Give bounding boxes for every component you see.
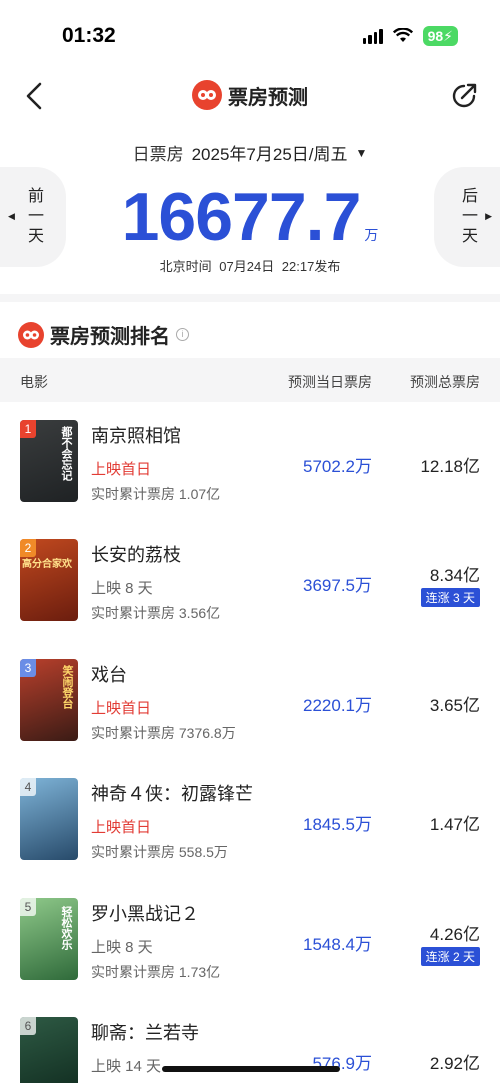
day-forecast-value: 2220.1万 bbox=[303, 696, 372, 715]
cellular-signal-icon bbox=[362, 28, 383, 44]
release-status: 上映 14 天 bbox=[91, 1058, 162, 1075]
total-forecast-value: 12.18亿 bbox=[420, 457, 480, 476]
movie-title: 聊斋：兰若寺 bbox=[91, 1023, 199, 1043]
wifi-icon bbox=[392, 28, 413, 42]
home-indicator[interactable] bbox=[162, 1066, 340, 1072]
column-header-movie: 电影 bbox=[20, 374, 48, 390]
release-status: 上映首日 bbox=[91, 700, 152, 717]
rank-badge: 4 bbox=[20, 778, 36, 796]
movie-poster: 4 bbox=[20, 778, 78, 860]
status-time: 01:32 bbox=[62, 24, 116, 47]
date-selector[interactable]: 日票房 2025年7月25日/周五 ▼ bbox=[0, 140, 500, 165]
movie-row[interactable]: 2 高分合家欢 长安的荔枝 上映 8 天 实时累计票房 3.56亿 3697.5… bbox=[0, 539, 500, 659]
maoyan-logo-icon bbox=[18, 321, 44, 348]
rank-badge: 3 bbox=[20, 659, 36, 677]
status-icons: 98⚡ bbox=[362, 26, 458, 46]
movie-poster: 3 笑闹登台 bbox=[20, 659, 78, 741]
movie-row[interactable]: 6 聊斋：兰若寺 上映 14 天 576.9万 2.92亿 bbox=[0, 1017, 500, 1083]
battery-level: 98 bbox=[427, 28, 444, 44]
movie-poster: 2 高分合家欢 bbox=[20, 539, 78, 621]
movie-poster: 5 轻松欢乐 bbox=[20, 898, 78, 980]
nav-title-text: 票房预测 bbox=[228, 86, 308, 109]
poster-caption: 轻松欢乐 bbox=[60, 906, 72, 950]
cumulative-box-office: 实时累计票房 7376.8万 bbox=[91, 725, 236, 741]
page-title: 票房预测 bbox=[0, 80, 500, 110]
nav-bar: 票房预测 bbox=[0, 72, 500, 122]
publish-time: 北京时间 07月24日 22:17发布 bbox=[159, 259, 341, 274]
movie-poster: 1 都不会忘记 bbox=[20, 420, 78, 502]
table-header: 电影 预测当日票房 预测总票房 bbox=[0, 358, 500, 402]
info-icon[interactable]: i bbox=[176, 328, 189, 341]
section-divider bbox=[0, 294, 500, 302]
poster-caption: 笑闹登台 bbox=[61, 665, 73, 709]
status-bar: 01:32 98⚡ bbox=[0, 0, 500, 70]
cumulative-box-office: 实时累计票房 1.07亿 bbox=[91, 486, 221, 502]
movie-title: 南京照相馆 bbox=[91, 426, 181, 446]
total-forecast-value: 4.26亿 连涨 2 天 bbox=[420, 920, 480, 966]
forecast-total-unit: 万 bbox=[364, 227, 379, 243]
rank-badge: 6 bbox=[20, 1017, 36, 1035]
day-forecast-value: 1548.4万 bbox=[303, 935, 372, 954]
total-forecast-value: 2.92亿 bbox=[429, 1054, 480, 1073]
release-status: 上映 8 天 bbox=[91, 939, 153, 956]
movie-row[interactable]: 1 都不会忘记 南京照相馆 上映首日 实时累计票房 1.07亿 5702.2万 … bbox=[0, 420, 500, 540]
release-status: 上映 8 天 bbox=[91, 580, 153, 597]
column-header-total-forecast: 预测总票房 bbox=[410, 374, 480, 390]
day-forecast-value: 5702.2万 bbox=[303, 457, 372, 476]
cumulative-box-office: 实时累计票房 558.5万 bbox=[91, 844, 228, 860]
total-forecast-value: 1.47亿 bbox=[429, 815, 480, 834]
day-forecast-value: 3697.5万 bbox=[303, 576, 372, 595]
box-office-type-label: 日票房 bbox=[132, 145, 184, 164]
cumulative-box-office: 实时累计票房 3.56亿 bbox=[91, 605, 221, 621]
rank-badge: 1 bbox=[20, 420, 36, 438]
movie-title: 长安的荔枝 bbox=[91, 545, 181, 565]
rank-badge: 5 bbox=[20, 898, 36, 916]
forecast-total-value: 16677.7 bbox=[121, 179, 362, 255]
release-status: 上映首日 bbox=[91, 819, 152, 836]
poster-caption: 都不会忘记 bbox=[60, 426, 72, 481]
movie-row[interactable]: 5 轻松欢乐 罗小黑战记２ 上映 8 天 实时累计票房 1.73亿 1548.4… bbox=[0, 898, 500, 1018]
forecast-total: 16677.7 万 bbox=[0, 178, 500, 256]
section-title-text: 票房预测排名 bbox=[50, 326, 170, 348]
total-forecast-number: 4.26亿 bbox=[429, 925, 480, 944]
cumulative-box-office: 实时累计票房 1.73亿 bbox=[91, 964, 221, 980]
total-forecast-value: 3.65亿 bbox=[429, 696, 480, 715]
poster-caption: 高分合家欢 bbox=[22, 559, 72, 570]
battery-icon: 98⚡ bbox=[422, 26, 458, 46]
movie-poster: 6 bbox=[20, 1017, 78, 1083]
movie-row[interactable]: 4 神奇４侠：初露锋芒 上映首日 实时累计票房 558.5万 1845.5万 1… bbox=[0, 778, 500, 898]
maoyan-logo-icon bbox=[192, 80, 222, 110]
ranking-section-title: 票房预测排名 i bbox=[18, 320, 189, 349]
movie-title: 戏台 bbox=[91, 665, 127, 685]
total-forecast-value: 8.34亿 连涨 3 天 bbox=[420, 561, 480, 607]
share-icon[interactable] bbox=[448, 80, 480, 112]
total-forecast-number: 8.34亿 bbox=[429, 566, 480, 585]
streak-badge: 连涨 3 天 bbox=[420, 588, 480, 607]
caret-down-icon: ▼ bbox=[355, 145, 368, 160]
movie-title: 罗小黑战记２ bbox=[91, 904, 199, 924]
streak-badge: 连涨 2 天 bbox=[420, 947, 480, 966]
selected-date: 2025年7月25日/周五 bbox=[191, 145, 348, 164]
column-header-day-forecast: 预测当日票房 bbox=[288, 374, 372, 390]
release-status: 上映首日 bbox=[91, 461, 152, 478]
movie-title: 神奇４侠：初露锋芒 bbox=[91, 784, 253, 804]
day-forecast-value: 1845.5万 bbox=[303, 815, 372, 834]
movie-row[interactable]: 3 笑闹登台 戏台 上映首日 实时累计票房 7376.8万 2220.1万 3.… bbox=[0, 659, 500, 779]
